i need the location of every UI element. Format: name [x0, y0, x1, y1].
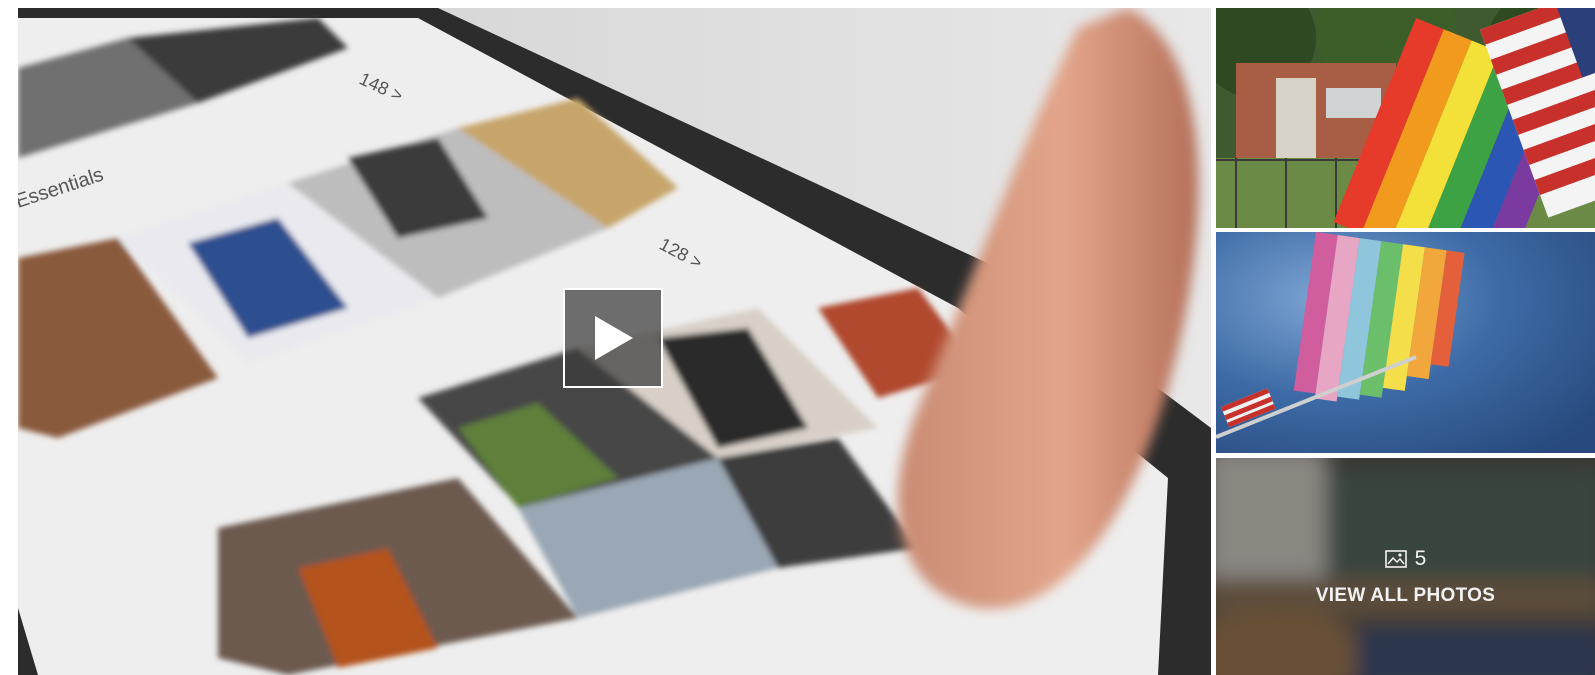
play-button[interactable]	[563, 288, 663, 388]
play-icon	[595, 316, 633, 360]
view-all-photos-link[interactable]: VIEW ALL PHOTOS	[1316, 585, 1495, 607]
image-icon	[1384, 549, 1407, 568]
gallery-thumbnail-1[interactable]	[1216, 8, 1595, 228]
photo-count-row: 5	[1384, 546, 1427, 571]
pride-and-us-flags-photo	[1216, 8, 1595, 228]
gallery-thumbnail-2[interactable]	[1216, 232, 1595, 453]
view-all-photos-tile[interactable]: 5 VIEW ALL PHOTOS	[1216, 458, 1595, 675]
photo-count: 5	[1414, 546, 1427, 570]
pride-flag-sky-photo	[1216, 232, 1595, 453]
view-all-overlay: 5 VIEW ALL PHOTOS	[1216, 458, 1595, 675]
video-player[interactable]: 148 > 128 > Essentials	[18, 8, 1211, 675]
